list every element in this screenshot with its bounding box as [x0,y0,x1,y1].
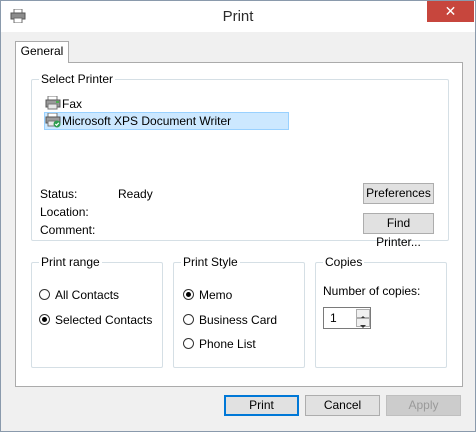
copies-value: 1 [330,311,337,325]
radio-label: Phone List [199,337,256,351]
radio-label: Memo [199,288,233,302]
location-label: Location: [40,205,89,219]
tab-general[interactable]: General [15,41,69,63]
radio-button-off [183,338,194,349]
copies-title: Copies [323,255,365,269]
cancel-button[interactable]: Cancel [305,395,380,416]
print-style-title: Print Style [181,255,240,269]
radio-label: Selected Contacts [55,313,153,327]
print-button[interactable]: Print [224,395,299,416]
comment-label: Comment: [40,223,96,237]
number-of-copies-label: Number of copies: [323,284,421,298]
chevron-down-icon [360,325,366,328]
title-bar: Print ✕ [1,1,475,32]
radio-button-off [183,314,194,325]
printer-default-icon [45,112,61,132]
status-value: Ready [118,187,153,201]
printer-item-xps[interactable]: Microsoft XPS Document Writer [44,112,289,130]
print-range-title: Print range [39,255,102,269]
status-label: Status: [40,187,78,201]
printer-name: Microsoft XPS Document Writer [62,114,232,128]
apply-button[interactable]: Apply [386,395,461,416]
print-dialog: Print ✕ General Select Printer Fax Micro… [0,0,476,432]
printer-item-fax[interactable]: Fax [45,95,245,112]
radio-label: All Contacts [55,288,120,302]
stepper-down-button[interactable] [356,318,370,328]
select-printer-title: Select Printer [39,72,116,86]
close-button[interactable]: ✕ [427,1,474,22]
preferences-button[interactable]: Preferences [363,183,434,204]
radio-label: Business Card [199,313,278,327]
radio-button-on [39,314,50,325]
window-title: Print [222,8,254,25]
printer-name: Fax [62,97,83,111]
radio-button-off [39,289,50,300]
find-printer-button[interactable]: Find Printer... [363,213,434,249]
stepper-up-button[interactable] [356,309,370,319]
copies-stepper[interactable]: 1 [323,307,371,329]
radio-button-on [183,289,194,300]
close-icon: ✕ [444,3,457,19]
